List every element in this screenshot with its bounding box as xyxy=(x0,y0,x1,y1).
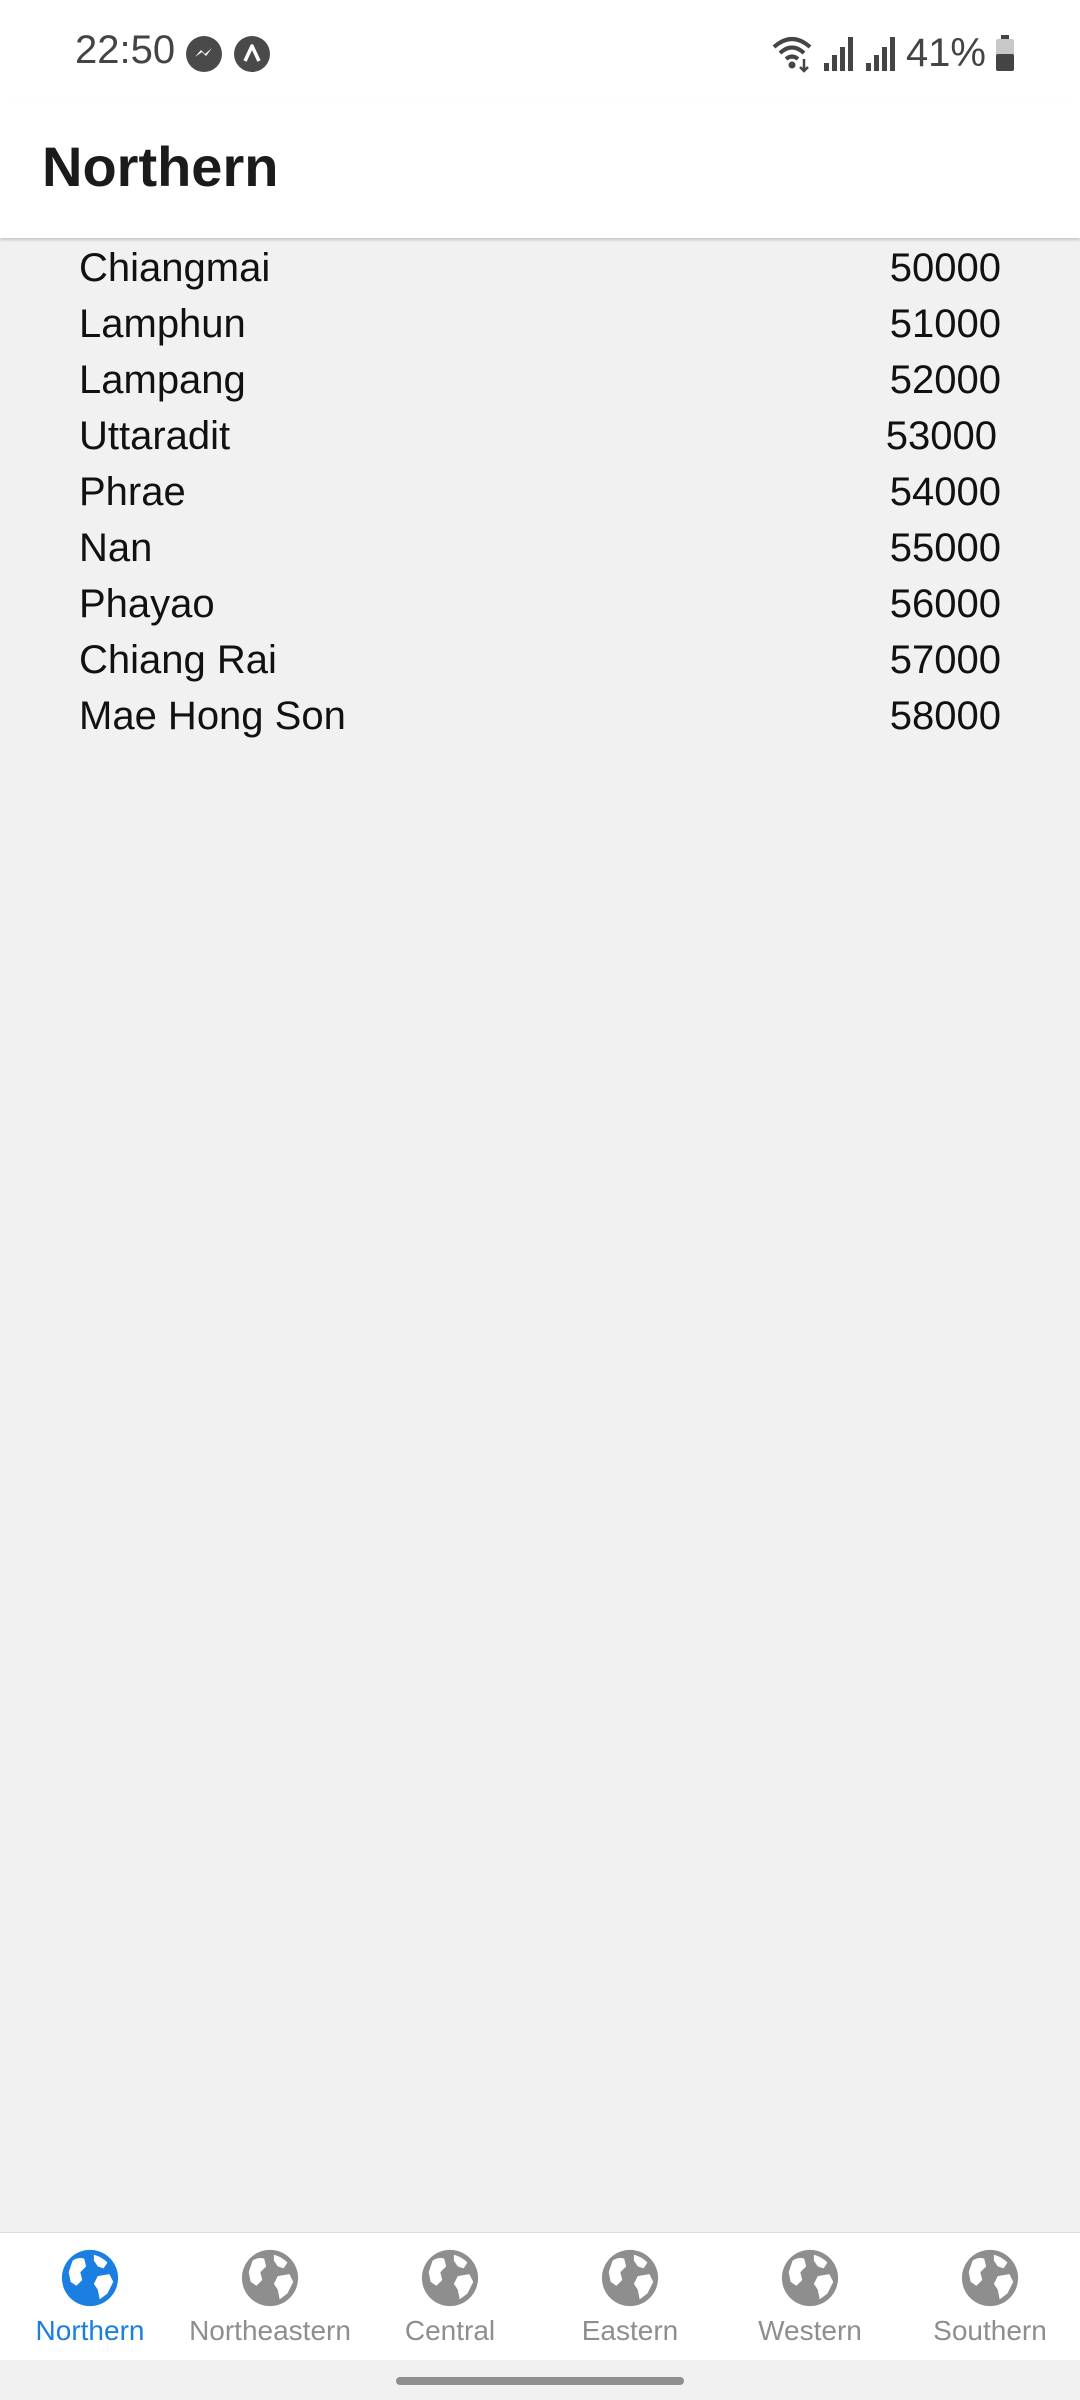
province-name: Chiangmai xyxy=(79,246,271,290)
tab-southern[interactable]: Southern xyxy=(900,2233,1080,2361)
bottom-tab-bar: Northern Northeastern Central Eastern We… xyxy=(0,2232,1080,2361)
tab-eastern[interactable]: Eastern xyxy=(540,2233,720,2361)
screen: 22:50 41% Northern Chiangmai 50000 Lamph… xyxy=(0,0,1080,2400)
province-name: Phrae xyxy=(79,470,186,514)
postal-code: 57000 xyxy=(889,638,1001,682)
province-name: Phayao xyxy=(79,582,215,626)
postal-code: 51000 xyxy=(889,302,1001,346)
postal-code: 58000 xyxy=(889,694,1001,738)
postal-code-list: Chiangmai 50000 Lamphun 51000 Lampang 52… xyxy=(0,240,1080,744)
wifi-icon xyxy=(772,37,812,73)
postal-code: 54000 xyxy=(889,470,1001,514)
signal-icon xyxy=(823,37,853,71)
list-item[interactable]: Uttaradit 53000 xyxy=(0,408,1080,464)
tab-western[interactable]: Western xyxy=(720,2233,900,2361)
postal-code: 52000 xyxy=(889,358,1001,402)
tab-label: Northern xyxy=(35,2315,145,2346)
globe-icon xyxy=(61,2249,119,2307)
province-name: Nan xyxy=(79,526,153,570)
globe-icon xyxy=(601,2249,659,2307)
globe-icon xyxy=(961,2249,1019,2307)
tab-label: Southern xyxy=(933,2315,1047,2346)
system-nav-area xyxy=(0,2360,1080,2400)
signal-icon xyxy=(865,37,895,71)
list-item[interactable]: Phayao 56000 xyxy=(0,576,1080,632)
province-name: Mae Hong Son xyxy=(79,694,346,738)
tab-label: Eastern xyxy=(581,2315,679,2346)
page-title: Northern xyxy=(42,135,279,198)
list-item[interactable]: Lampang 52000 xyxy=(0,352,1080,408)
list-item[interactable]: Lamphun 51000 xyxy=(0,296,1080,352)
tab-label: Western xyxy=(758,2315,862,2346)
list-item[interactable]: Nan 55000 xyxy=(0,520,1080,576)
globe-icon xyxy=(421,2249,479,2307)
tab-label: Central xyxy=(404,2315,496,2346)
tab-northern[interactable]: Northern xyxy=(0,2233,180,2361)
app-notification-icon xyxy=(234,36,270,72)
list-item[interactable]: Chiangmai 50000 xyxy=(0,240,1080,296)
list-item[interactable]: Mae Hong Son 58000 xyxy=(0,688,1080,744)
province-name: Lamphun xyxy=(79,302,246,346)
header: Northern xyxy=(0,104,1080,238)
list-item[interactable]: Chiang Rai 57000 xyxy=(0,632,1080,688)
postal-code: 55000 xyxy=(889,526,1001,570)
list-item[interactable]: Phrae 54000 xyxy=(0,464,1080,520)
postal-code: 50000 xyxy=(889,246,1001,290)
globe-icon xyxy=(781,2249,839,2307)
province-name: Chiang Rai xyxy=(79,638,277,682)
province-name: Uttaradit xyxy=(79,414,231,458)
tab-central[interactable]: Central xyxy=(360,2233,540,2361)
tab-label: Northeastern xyxy=(189,2315,351,2346)
battery-percentage: 41% xyxy=(905,30,986,75)
postal-code: 53000 xyxy=(885,414,997,458)
globe-icon xyxy=(241,2249,299,2307)
home-indicator[interactable] xyxy=(396,2377,684,2385)
tab-northeastern[interactable]: Northeastern xyxy=(180,2233,360,2361)
status-bar: 22:50 41% xyxy=(0,0,1080,104)
battery-icon xyxy=(996,35,1014,71)
status-right: 41% xyxy=(770,28,1016,78)
province-name: Lampang xyxy=(79,358,246,402)
postal-code: 56000 xyxy=(889,582,1001,626)
status-time: 22:50 xyxy=(75,28,176,72)
messenger-icon xyxy=(186,36,222,72)
